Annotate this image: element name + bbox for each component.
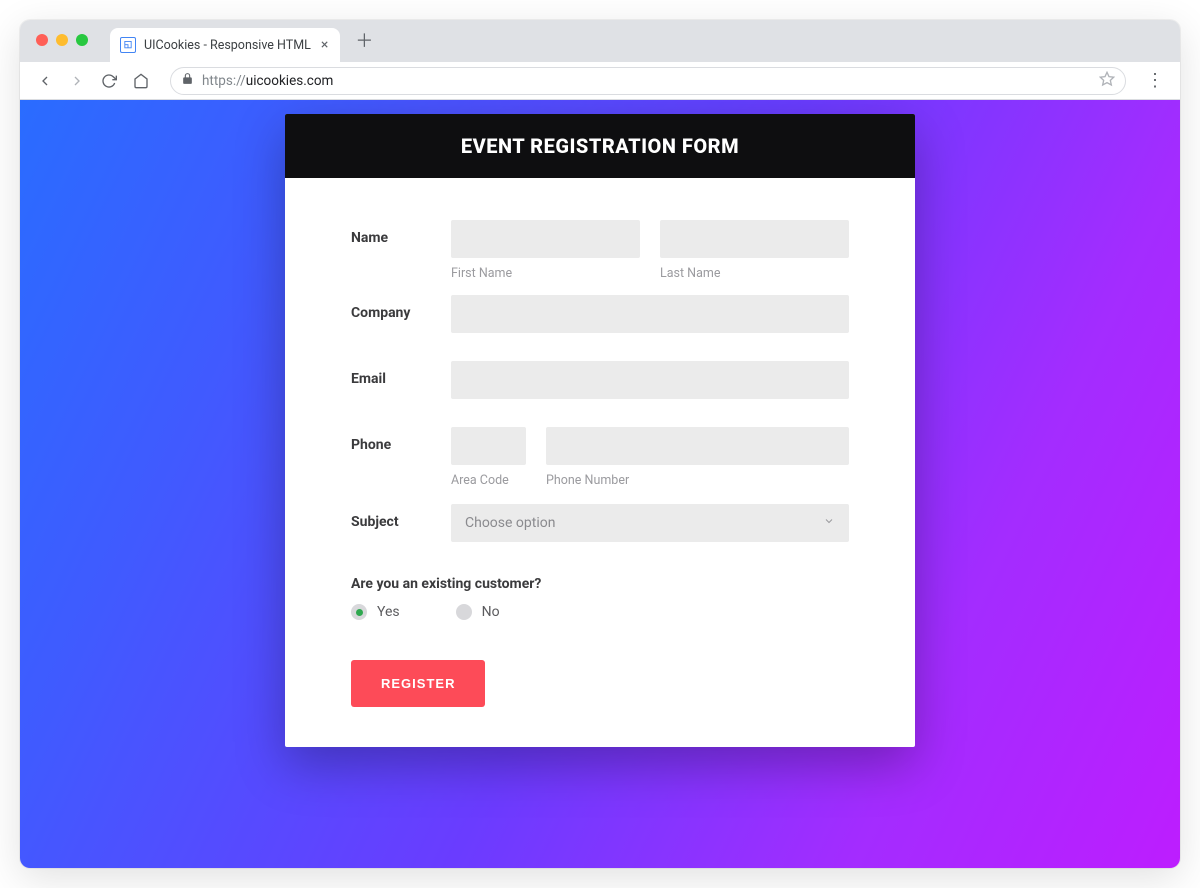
phone-number-input[interactable] [546, 427, 849, 465]
last-name-input[interactable] [660, 220, 849, 258]
label-phone: Phone [351, 427, 451, 488]
window-controls [36, 34, 88, 46]
url-text: https://uicookies.com [202, 73, 333, 89]
page-viewport: EVENT REGISTRATION FORM Name First Name [20, 100, 1180, 868]
sublabel-area-code: Area Code [451, 473, 526, 488]
favicon-icon: ◱ [120, 37, 136, 53]
forward-button[interactable] [62, 66, 92, 96]
option-yes[interactable]: Yes [351, 604, 400, 620]
label-email: Email [351, 361, 451, 399]
radio-icon [456, 604, 472, 620]
window-close-icon[interactable] [36, 34, 48, 46]
area-code-input[interactable] [451, 427, 526, 465]
back-button[interactable] [30, 66, 60, 96]
tab-title: UICookies - Responsive HTML [144, 38, 311, 53]
browser-toolbar: https://uicookies.com ⋮ [20, 62, 1180, 100]
option-no-label: No [482, 604, 500, 620]
reload-button[interactable] [94, 66, 124, 96]
tab-close-icon[interactable]: × [319, 37, 330, 53]
email-input[interactable] [451, 361, 849, 399]
bookmark-star-icon[interactable] [1099, 71, 1115, 91]
browser-tab[interactable]: ◱ UICookies - Responsive HTML × [110, 28, 340, 62]
registration-form-card: EVENT REGISTRATION FORM Name First Name [285, 114, 915, 747]
window-maximize-icon[interactable] [76, 34, 88, 46]
existing-customer-options: Yes No [351, 604, 849, 620]
label-company: Company [351, 295, 451, 333]
lock-icon [181, 72, 194, 89]
sublabel-phone-number: Phone Number [546, 473, 849, 488]
radio-icon [351, 604, 367, 620]
option-no[interactable]: No [456, 604, 500, 620]
company-input[interactable] [451, 295, 849, 333]
first-name-input[interactable] [451, 220, 640, 258]
tab-strip: ◱ UICookies - Responsive HTML × ＋ [20, 20, 1180, 62]
address-bar[interactable]: https://uicookies.com [170, 67, 1126, 95]
sublabel-first-name: First Name [451, 266, 640, 281]
label-name: Name [351, 220, 451, 281]
new-tab-button[interactable]: ＋ [350, 26, 378, 54]
existing-customer-question: Are you an existing customer? [351, 576, 849, 592]
form-header: EVENT REGISTRATION FORM [285, 114, 915, 178]
home-button[interactable] [126, 66, 156, 96]
subject-select[interactable]: Choose option [451, 504, 849, 542]
browser-menu-button[interactable]: ⋮ [1140, 70, 1170, 91]
label-subject: Subject [351, 504, 451, 542]
browser-window: ◱ UICookies - Responsive HTML × ＋ [20, 20, 1180, 868]
sublabel-last-name: Last Name [660, 266, 849, 281]
subject-select-value: Choose option [465, 515, 555, 531]
chevron-down-icon [823, 515, 835, 531]
register-button[interactable]: REGISTER [351, 660, 485, 707]
window-minimize-icon[interactable] [56, 34, 68, 46]
option-yes-label: Yes [377, 604, 400, 620]
